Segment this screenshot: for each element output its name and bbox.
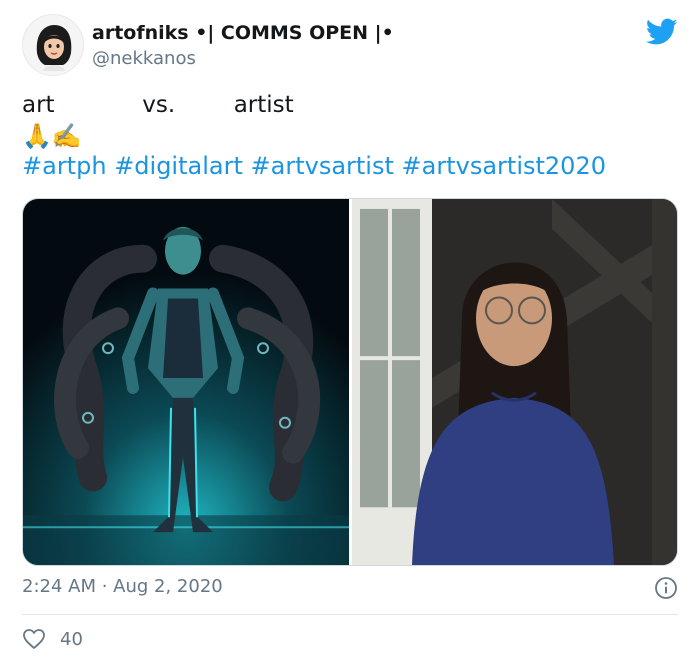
divider [22,614,678,615]
twitter-bird-icon[interactable] [646,18,678,46]
tweet-text-line: art vs. artist [22,92,294,118]
hashtag-list: #artph #digitalart #artvsartist #artvsar… [22,152,606,180]
handle[interactable]: @nekkanos [92,48,196,69]
tweet-card: artofniks •| COMMS OPEN |• @nekkanos art… [0,0,700,668]
tweet-timestamp[interactable]: 2:24 AM · Aug 2, 2020 [22,576,223,597]
hashtag-link[interactable]: #digitalart [114,152,243,180]
hashtag-link[interactable]: #artph [22,152,107,180]
like-count: 40 [60,629,83,650]
artwork-image[interactable] [23,199,349,565]
avatar[interactable] [22,14,84,76]
artist-photo[interactable] [352,199,677,565]
hashtag-link[interactable]: #artvsartist2020 [402,152,606,180]
media-grid [22,198,678,566]
display-name[interactable]: artofniks •| COMMS OPEN |• [92,22,394,44]
info-icon[interactable] [654,576,678,600]
heart-icon[interactable] [22,628,46,650]
tweet-emojis: 🙏✍️ [22,122,82,150]
hashtag-link[interactable]: #artvsartist [251,152,394,180]
